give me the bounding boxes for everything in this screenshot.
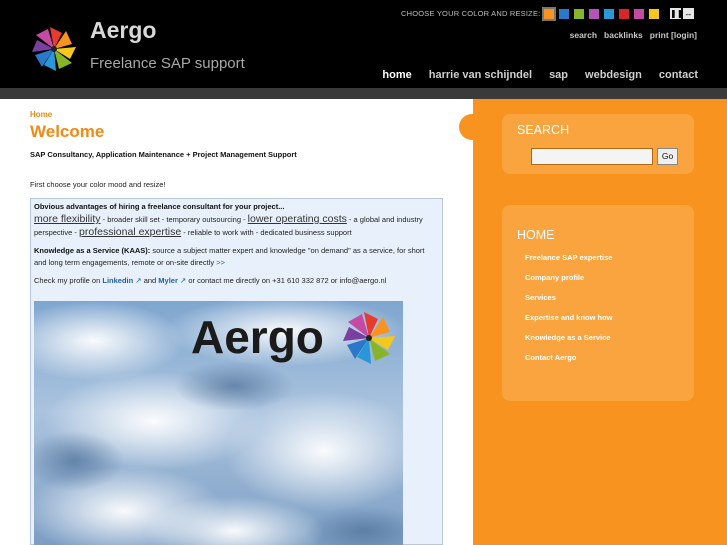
advantages-text-3: - reliable to work with - dedicated busi… bbox=[181, 228, 352, 237]
page-title: Welcome bbox=[30, 122, 105, 141]
advantages-text-1: - broader skill set - temporary outsourc… bbox=[100, 215, 248, 224]
fixed-width-icon[interactable]: ❚❚ bbox=[670, 8, 683, 19]
swatch-red[interactable] bbox=[619, 9, 629, 19]
costs-link[interactable]: lower operating costs bbox=[248, 213, 347, 225]
flexibility-link[interactable]: more flexibility bbox=[34, 213, 101, 225]
sidebar-menu: Freelance SAP expertise Company profile … bbox=[525, 253, 613, 373]
advantages-heading: Obvious advantages of hiring a freelance… bbox=[34, 202, 285, 211]
swatch-purple[interactable] bbox=[589, 9, 599, 19]
swatch-green[interactable] bbox=[574, 9, 584, 19]
search-input[interactable] bbox=[531, 148, 653, 165]
swatch-orange[interactable] bbox=[542, 7, 556, 21]
fluid-width-icon[interactable]: ↔ bbox=[683, 8, 694, 19]
sidebar-item-contact-aergo[interactable]: Contact Aergo bbox=[525, 353, 613, 373]
color-swatches bbox=[542, 7, 659, 21]
header-divider bbox=[0, 88, 727, 99]
meta-nav: search backlinks print [login] bbox=[570, 30, 697, 40]
profile-paragraph: Check my profile on Linkedin ↗ and Myler… bbox=[34, 275, 439, 287]
menu-title[interactable]: HOME bbox=[517, 228, 555, 242]
profile-and: and bbox=[141, 276, 159, 285]
intro-text: First choose your color mood and resize! bbox=[30, 180, 166, 189]
main-content: Home Welcome SAP Consultancy, Applicatio… bbox=[30, 99, 448, 545]
nav-sap[interactable]: sap bbox=[549, 69, 568, 81]
menu-panel: HOME Freelance SAP expertise Company pro… bbox=[502, 205, 694, 401]
sidebar-item-freelance-sap-expertise[interactable]: Freelance SAP expertise bbox=[525, 253, 613, 273]
nav-harrie-van-schijndel[interactable]: harrie van schijndel bbox=[429, 69, 532, 81]
sidebar-item-company-profile[interactable]: Company profile bbox=[525, 273, 613, 293]
nav-contact[interactable]: contact bbox=[659, 69, 698, 81]
myler-link[interactable]: Myler bbox=[158, 276, 178, 285]
kaas-label: Knowledge as a Service (KAAS): bbox=[34, 246, 151, 255]
color-chooser-label: CHOOSE YOUR COLOR AND RESIZE: bbox=[401, 9, 541, 18]
meta-link-backlinks[interactable]: backlinks bbox=[604, 30, 643, 40]
pinwheel-logo-icon[interactable] bbox=[30, 25, 78, 73]
sidebar-tab bbox=[459, 114, 489, 140]
kaas-paragraph: Knowledge as a Service (KAAS): source a … bbox=[34, 245, 439, 269]
page-subtitle: SAP Consultancy, Application Maintenance… bbox=[30, 150, 297, 159]
meta-link-print-login[interactable]: print [login] bbox=[650, 30, 697, 40]
swatch-magenta[interactable] bbox=[634, 9, 644, 19]
profile-text-2: or contact me directly on +31 610 332 87… bbox=[186, 276, 387, 285]
site-header: Aergo Freelance SAP support CHOOSE YOUR … bbox=[0, 0, 727, 88]
nav-webdesign[interactable]: webdesign bbox=[585, 69, 642, 81]
kaas-more-link[interactable]: >> bbox=[216, 258, 225, 267]
search-go-button[interactable]: Go bbox=[657, 148, 678, 165]
advantages-paragraph: Obvious advantages of hiring a freelance… bbox=[34, 201, 439, 239]
swatch-lightblue[interactable] bbox=[604, 9, 614, 19]
breadcrumb[interactable]: Home bbox=[30, 110, 52, 119]
swatch-blue[interactable] bbox=[559, 9, 569, 19]
search-panel: SEARCH Go bbox=[502, 114, 694, 174]
site-title[interactable]: Aergo bbox=[90, 17, 156, 44]
aergo-wordmark: Aergo bbox=[191, 311, 324, 363]
aergo-sky-image: Aergo bbox=[34, 301, 403, 545]
linkedin-link[interactable]: Linkedin bbox=[102, 276, 133, 285]
sidebar-item-knowledge-as-a-service[interactable]: Knowledge as a Service bbox=[525, 333, 613, 353]
nav-home[interactable]: home bbox=[382, 69, 411, 81]
expertise-link[interactable]: professional expertise bbox=[79, 226, 181, 238]
profile-text-1: Check my profile on bbox=[34, 276, 103, 285]
resize-controls: ❚❚ ↔ bbox=[670, 8, 694, 19]
meta-link-search[interactable]: search bbox=[570, 30, 597, 40]
sidebar-item-expertise[interactable]: Expertise and know how bbox=[525, 313, 613, 333]
advantages-box: Obvious advantages of hiring a freelance… bbox=[30, 198, 443, 545]
main-nav: home harrie van schijndel sap webdesign … bbox=[382, 69, 698, 81]
search-title: SEARCH bbox=[517, 123, 570, 137]
sidebar-item-services[interactable]: Services bbox=[525, 293, 613, 313]
swatch-yellow[interactable] bbox=[649, 9, 659, 19]
site-slogan: Freelance SAP support bbox=[90, 55, 245, 72]
